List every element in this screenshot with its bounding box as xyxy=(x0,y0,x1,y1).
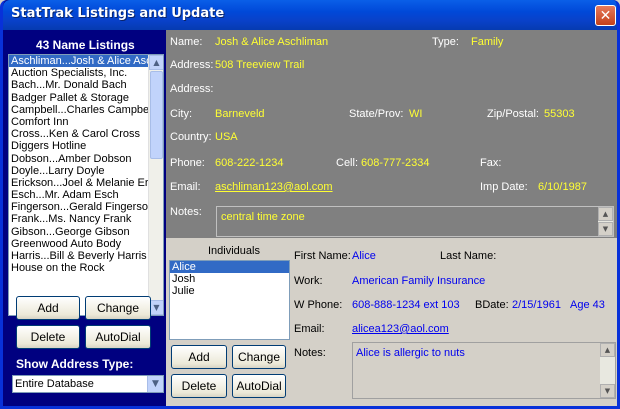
person-notes-field[interactable]: Alice is allergic to nuts ▲ ▼ xyxy=(352,342,616,399)
list-item[interactable]: Aschliman...Josh & Alice Aschliman xyxy=(9,55,149,68)
work-phone-label: W Phone: xyxy=(294,299,343,311)
city-label: City: xyxy=(170,108,192,120)
list-item[interactable]: Diggers Hotline xyxy=(9,140,163,152)
impdate-label: Imp Date: xyxy=(480,181,528,193)
close-button[interactable]: ✕ xyxy=(595,5,616,26)
list-item[interactable]: Badger Pallet & Storage xyxy=(9,92,163,104)
address-type-select[interactable]: Entire Database ▼ xyxy=(12,375,164,393)
list-item[interactable]: Greenwood Auto Body xyxy=(9,238,163,250)
list-item[interactable]: Comfort Inn xyxy=(9,116,163,128)
list-item[interactable]: Doyle...Larry Doyle xyxy=(9,165,163,177)
person-notes-scrollbar[interactable]: ▲ ▼ xyxy=(600,343,615,398)
scroll-thumb[interactable] xyxy=(150,71,163,159)
city-value: Barneveld xyxy=(215,108,265,120)
individual-rows: Alice Josh Julie xyxy=(170,261,289,297)
list-item[interactable]: Fingerson...Gerald Fingerson xyxy=(9,201,163,213)
list-item[interactable]: Harris...Bill & Beverly Harris xyxy=(9,250,163,262)
notes-label: Notes: xyxy=(170,206,202,218)
individuals-list[interactable]: Alice Josh Julie xyxy=(169,260,290,340)
cell-value: 608-777-2334 xyxy=(361,157,430,169)
scroll-up-icon[interactable]: ▲ xyxy=(600,343,615,357)
work-phone-value: 608-888-1234 ext 103 xyxy=(352,299,460,311)
person-email-link[interactable]: alicea123@aol.com xyxy=(352,323,449,335)
bdate-label: BDate: xyxy=(475,299,509,311)
cell-label: Cell: xyxy=(336,157,359,169)
list-item[interactable]: Auction Specialists, Inc. xyxy=(9,67,163,79)
name-listings[interactable]: Aschliman...Josh & Alice AschlimanAuctio… xyxy=(8,54,164,316)
list-item[interactable]: Bach...Mr. Donald Bach xyxy=(9,79,163,91)
first-name-label: First Name: xyxy=(294,250,351,262)
change-listing-button[interactable]: Change xyxy=(85,296,151,320)
type-label: Type: xyxy=(432,36,459,48)
age-value: Age 43 xyxy=(570,299,605,311)
notes-scrollbar[interactable]: ▲ ▼ xyxy=(598,207,613,236)
listings-scrollbar[interactable]: ▲ ▼ xyxy=(148,55,163,315)
scroll-up-icon[interactable]: ▲ xyxy=(149,55,163,70)
name-value: Josh & Alice Aschliman xyxy=(215,36,329,48)
fax-label: Fax: xyxy=(480,157,502,169)
person-notes-text: Alice is allergic to nuts xyxy=(356,347,465,359)
name-label: Name: xyxy=(170,36,203,48)
client-area: 43 Name Listings Aschliman...Josh & Alic… xyxy=(6,30,617,406)
address-type-value: Entire Database xyxy=(15,378,94,390)
person-email-label: Email: xyxy=(294,323,325,335)
address2-label: Address: xyxy=(170,83,214,95)
add-individual-button[interactable]: Add xyxy=(171,345,227,369)
work-label: Work: xyxy=(294,275,323,287)
list-item[interactable]: Frank...Ms. Nancy Frank xyxy=(9,213,163,225)
record-details-panel: Name: Josh & Alice Aschliman Type: Famil… xyxy=(166,30,617,238)
email-label: Email: xyxy=(170,181,201,193)
chevron-down-icon[interactable]: ▼ xyxy=(147,376,163,392)
zip-value: 55303 xyxy=(544,108,575,120)
scroll-up-icon[interactable]: ▲ xyxy=(598,207,613,221)
scroll-down-icon[interactable]: ▼ xyxy=(598,222,613,236)
listings-header: 43 Name Listings xyxy=(36,38,135,52)
phone-value: 608-222-1234 xyxy=(215,157,284,169)
last-name-label: Last Name: xyxy=(440,250,497,262)
type-value: Family xyxy=(471,36,504,48)
scroll-down-icon[interactable]: ▼ xyxy=(600,384,615,398)
country-label: Country: xyxy=(170,131,212,143)
individuals-panel: Individuals Alice Josh Julie Add Change De… xyxy=(166,238,617,406)
delete-individual-button[interactable]: Delete xyxy=(171,374,227,398)
list-item[interactable]: Gibson...George Gibson xyxy=(9,226,163,238)
title-bar[interactable]: StatTrak Listings and Update ✕ xyxy=(3,0,617,30)
list-item[interactable]: Dobson...Amber Dobson xyxy=(9,153,163,165)
phone-label: Phone: xyxy=(170,157,205,169)
individual-item[interactable]: Josh xyxy=(170,273,289,285)
first-name-value: Alice xyxy=(352,250,376,262)
address-type-label: Show Address Type: xyxy=(16,357,134,371)
list-item[interactable]: Campbell...Charles Campbell xyxy=(9,104,163,116)
autodial-individual-button[interactable]: AutoDial xyxy=(232,374,286,398)
bdate-value: 2/15/1961 xyxy=(512,299,561,311)
main-window: StatTrak Listings and Update ✕ 43 Name L… xyxy=(0,0,620,409)
list-item[interactable]: Erickson...Joel & Melanie Erickson xyxy=(9,177,163,189)
address1-value: 508 Treeview Trail xyxy=(215,59,305,71)
list-item[interactable]: House on the Rock xyxy=(9,262,163,274)
record-notes-field[interactable]: central time zone ▲ ▼ xyxy=(216,206,614,237)
individual-item[interactable]: Julie xyxy=(170,285,289,297)
autodial-listing-button[interactable]: AutoDial xyxy=(85,325,151,349)
country-value: USA xyxy=(215,131,238,143)
delete-listing-button[interactable]: Delete xyxy=(16,325,80,349)
window-title: StatTrak Listings and Update xyxy=(11,6,225,21)
scroll-down-icon[interactable]: ▼ xyxy=(149,300,163,315)
list-item[interactable]: Esch...Mr. Adam Esch xyxy=(9,189,163,201)
zip-label: Zip/Postal: xyxy=(487,108,539,120)
add-listing-button[interactable]: Add xyxy=(16,296,80,320)
state-label: State/Prov: xyxy=(349,108,404,120)
individuals-header: Individuals xyxy=(208,245,260,257)
name-rows: Aschliman...Josh & Alice AschlimanAuctio… xyxy=(9,55,163,274)
change-individual-button[interactable]: Change xyxy=(232,345,286,369)
individual-item[interactable]: Alice xyxy=(170,261,289,273)
state-value: WI xyxy=(409,108,423,120)
list-item[interactable]: Cross...Ken & Carol Cross xyxy=(9,128,163,140)
work-value: American Family Insurance xyxy=(352,275,486,287)
impdate-value: 6/10/1987 xyxy=(538,181,587,193)
record-notes-text: central time zone xyxy=(221,211,305,223)
person-notes-label: Notes: xyxy=(294,347,326,359)
email-link[interactable]: aschliman123@aol.com xyxy=(215,181,333,193)
address1-label: Address: xyxy=(170,59,214,71)
